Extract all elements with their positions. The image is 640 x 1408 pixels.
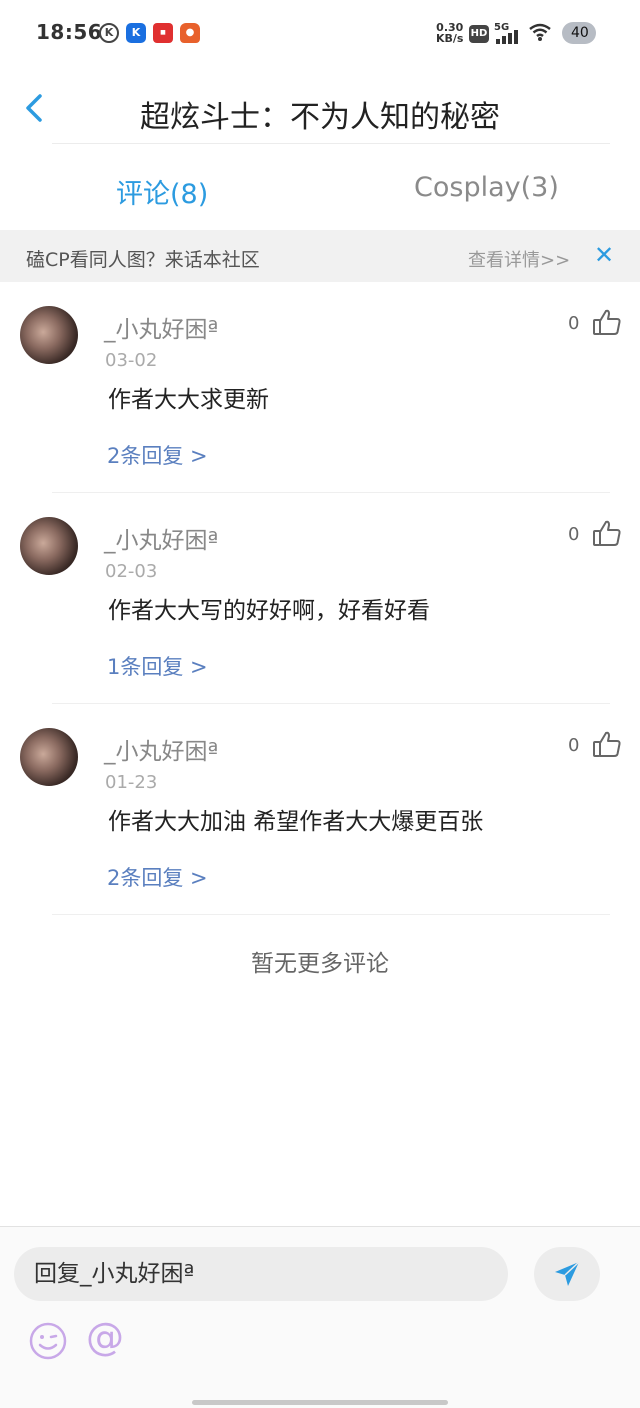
tab-bar: 评论(8) Cosplay(3) xyxy=(0,148,640,228)
thumbs-up-icon[interactable] xyxy=(592,518,622,548)
battery-icon: 40 xyxy=(562,20,598,46)
comment-replies-link[interactable]: 2条回复 > xyxy=(107,862,208,892)
network-speed: 0.30 KB/s xyxy=(436,22,463,44)
avatar[interactable] xyxy=(20,306,78,364)
hd-icon: HD xyxy=(469,25,489,43)
gift-bag-icon: ● xyxy=(180,23,200,43)
comment-replies-link[interactable]: 1条回复 > xyxy=(107,651,208,681)
avatar[interactable] xyxy=(20,517,78,575)
nav-bar: 超炫斗士：不为人知的秘密 xyxy=(0,72,640,146)
battery-level: 40 xyxy=(571,25,589,41)
banner-details-link[interactable]: 查看详情>> xyxy=(468,246,570,272)
wifi-icon xyxy=(529,23,551,41)
comment-content: 作者大大写的好好啊，好看好看 xyxy=(108,598,430,624)
like-count: 0 xyxy=(568,524,580,545)
no-more-comments: 暂无更多评论 xyxy=(251,951,389,977)
mention-icon[interactable]: @ xyxy=(86,1315,124,1359)
home-indicator xyxy=(192,1400,448,1405)
red-app-icon: ■ xyxy=(153,23,173,43)
send-button[interactable] xyxy=(534,1247,600,1301)
k-circle-icon: K xyxy=(99,23,119,43)
k-app-icon: K xyxy=(126,23,146,43)
thumbs-up-icon[interactable] xyxy=(592,729,622,759)
tab-comments[interactable]: 评论(8) xyxy=(116,172,208,211)
signal-icon: 5G xyxy=(494,22,522,44)
comment-replies-link[interactable]: 2条回复 > xyxy=(107,440,208,470)
thumbs-up-icon[interactable] xyxy=(592,307,622,337)
net-speed-unit: KB/s xyxy=(436,32,464,45)
tab-cosplay[interactable]: Cosplay(3) xyxy=(414,172,559,203)
comment-date: 02-03 xyxy=(105,561,158,582)
emoji-icon[interactable] xyxy=(28,1321,68,1361)
comment-date: 01-23 xyxy=(105,772,158,793)
comment-item: _小丸好困ª 03-02 作者大大求更新 2条回复 > 0 xyxy=(0,282,640,493)
status-time: 18:56 xyxy=(36,20,103,44)
reply-bar: @ xyxy=(0,1226,640,1408)
comment-item: _小丸好困ª 01-23 作者大大加油 希望作者大大爆更百张 2条回复 > 0 xyxy=(0,704,640,915)
page-title: 超炫斗士：不为人知的秘密 xyxy=(140,100,500,135)
comment-date: 03-02 xyxy=(105,350,158,371)
comment-divider xyxy=(52,914,610,915)
avatar[interactable] xyxy=(20,728,78,786)
banner-text: 磕CP看同人图？来话本社区 xyxy=(26,249,260,271)
promo-banner[interactable]: 磕CP看同人图？来话本社区 查看详情>> ✕ xyxy=(0,230,640,282)
comment-username[interactable]: _小丸好困ª xyxy=(104,521,218,555)
send-icon xyxy=(555,1261,580,1286)
comment-content: 作者大大求更新 xyxy=(108,387,269,413)
status-bar: 18:56 K K ■ ● 0.30 KB/s HD 5G 40 xyxy=(0,0,640,68)
close-icon[interactable]: ✕ xyxy=(594,241,614,269)
comment-username[interactable]: _小丸好困ª xyxy=(104,310,218,344)
like-count: 0 xyxy=(568,313,580,334)
comment-item: _小丸好困ª 02-03 作者大大写的好好啊，好看好看 1条回复 > 0 xyxy=(0,493,640,704)
like-count: 0 xyxy=(568,735,580,756)
reply-input[interactable] xyxy=(14,1247,508,1301)
nav-divider xyxy=(52,143,610,144)
comment-username[interactable]: _小丸好困ª xyxy=(104,732,218,766)
comment-content: 作者大大加油 希望作者大大爆更百张 xyxy=(108,809,484,835)
network-type: 5G xyxy=(494,22,510,33)
